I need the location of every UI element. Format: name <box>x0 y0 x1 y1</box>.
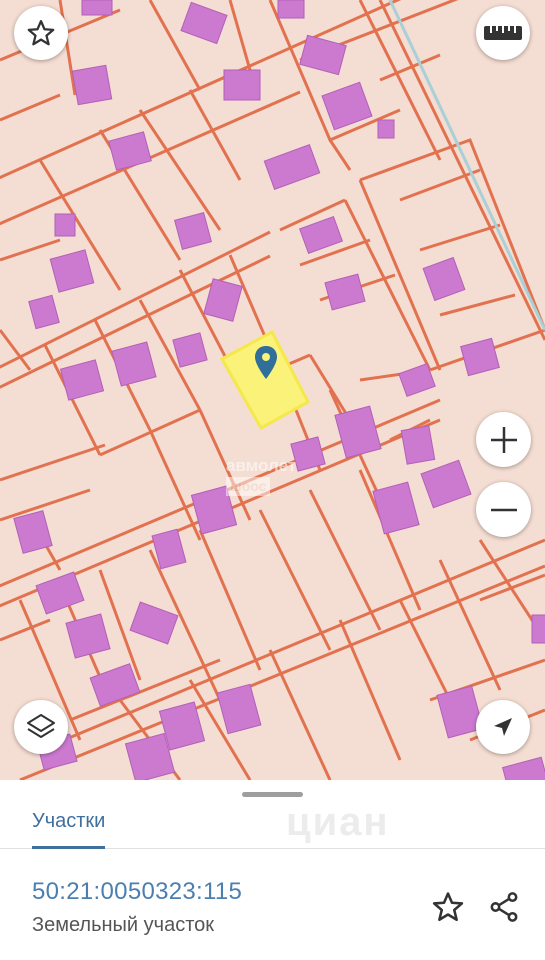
watermark-line2: шоос <box>226 477 271 496</box>
favorite-map-button[interactable] <box>14 6 68 60</box>
tab-bar: Участки <box>0 798 545 849</box>
zoom-out-button[interactable] <box>476 482 531 537</box>
locate-button[interactable] <box>476 700 530 754</box>
map-view[interactable]: авмолет шоос <box>0 0 545 780</box>
object-type-label: Земельный участок <box>32 914 215 936</box>
share-icon <box>490 892 518 922</box>
share-button[interactable] <box>484 887 524 927</box>
tab-parcels[interactable]: Участки <box>32 804 106 849</box>
ruler-button[interactable] <box>476 6 530 60</box>
cadastral-number[interactable]: 50:21:0050323:115 <box>32 878 242 906</box>
ruler-icon <box>484 26 522 40</box>
navigation-arrow-icon <box>494 718 512 736</box>
plus-icon <box>490 426 517 453</box>
drag-handle[interactable] <box>242 792 303 797</box>
watermark-line1: авмолет <box>226 456 297 475</box>
zoom-in-button[interactable] <box>476 412 531 467</box>
map-pin-icon[interactable] <box>254 346 278 380</box>
layers-icon <box>27 714 55 738</box>
layers-button[interactable] <box>14 700 68 754</box>
star-outline-icon <box>432 892 464 922</box>
cadastral-map <box>0 0 545 780</box>
minus-icon <box>490 508 517 511</box>
bottom-sheet: циан Участки 50:21:0050323:115 Земельный… <box>0 780 545 960</box>
map-watermark: авмолет шоос <box>226 456 296 496</box>
favorite-button[interactable] <box>428 887 468 927</box>
star-outline-icon <box>27 20 55 46</box>
